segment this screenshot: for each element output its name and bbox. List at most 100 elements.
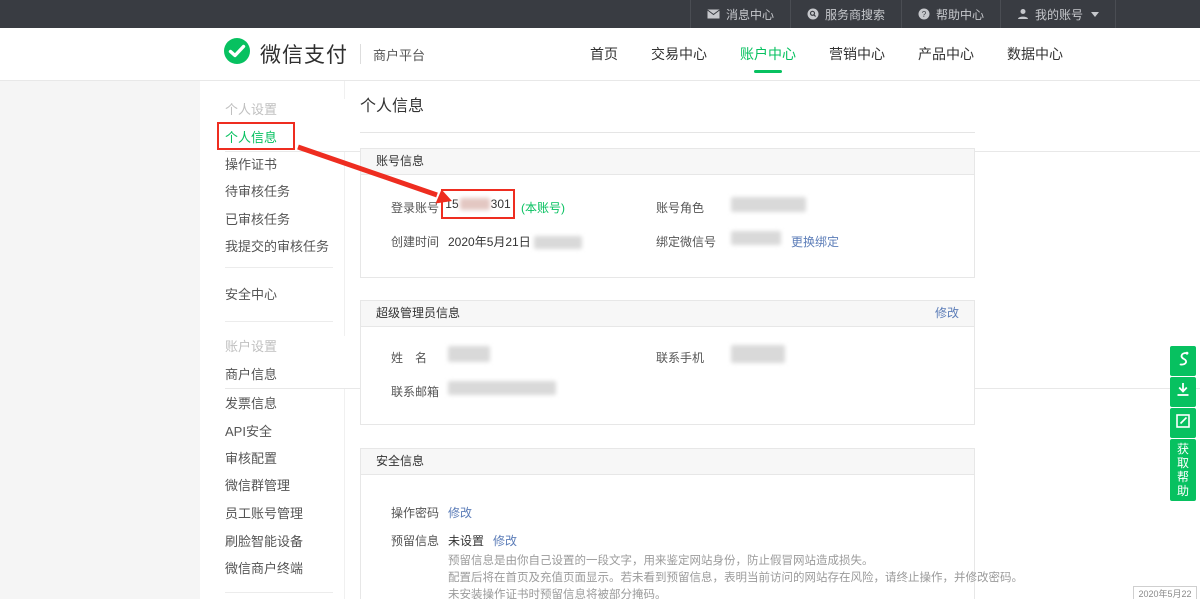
section-account-info: 账号信息 登录账号 15 301 (本账号) 账号角色 创建时间 2020年5月2…: [360, 148, 975, 278]
section-super-admin-text: 超级管理员信息: [376, 306, 460, 320]
login-account-prefix: 15: [445, 197, 458, 211]
reserved-info-edit-link[interactable]: 修改: [493, 532, 517, 549]
change-binding-link[interactable]: 更换绑定: [791, 233, 839, 250]
hotline-button[interactable]: [1170, 346, 1196, 376]
sidebar-item-wechat-group-mgmt[interactable]: 微信群管理: [225, 475, 290, 494]
nav-account-center[interactable]: 账户中心: [740, 28, 796, 80]
topbar-help-center[interactable]: ? 帮助中心: [901, 0, 1000, 28]
reserved-info-status: 未设置: [448, 532, 484, 549]
bound-wechat-redacted: [731, 231, 781, 245]
sidebar-item-invoice-info[interactable]: 发票信息: [225, 393, 277, 412]
sidebar-divider: [225, 267, 333, 268]
brand-separator: [360, 44, 361, 64]
login-account-value: 15 301: [441, 189, 515, 219]
topbar-help-label: 帮助中心: [936, 6, 984, 23]
created-time-text: 2020年5月21日: [448, 235, 531, 249]
download-icon: [1176, 382, 1190, 402]
download-button[interactable]: [1170, 377, 1196, 407]
help-icon: ?: [918, 8, 930, 20]
portal-title: 商户平台: [373, 45, 425, 64]
brand-title: 微信支付: [260, 39, 348, 69]
left-gutter: [0, 81, 200, 599]
account-role-label: 账号角色: [656, 199, 704, 216]
brand-group[interactable]: 微信支付 商户平台: [222, 28, 425, 80]
search-icon: [807, 8, 819, 20]
sidebar-divider: [225, 592, 333, 593]
hotline-icon: [1176, 351, 1190, 372]
title-divider: [360, 132, 975, 133]
nav-home[interactable]: 首页: [590, 28, 618, 80]
reserved-info-label: 预留信息: [391, 532, 439, 549]
section-super-admin-title: 超级管理员信息 修改: [361, 301, 974, 327]
sidebar-item-merchant-terminal[interactable]: 微信商户终端: [225, 558, 303, 577]
admin-email-redacted: [448, 381, 556, 395]
section-security-info: 安全信息 操作密码 修改 预留信息 未设置 修改 预留信息是由你自己设置的一段文…: [360, 448, 975, 599]
user-icon: [1017, 8, 1029, 20]
edit-icon: [1176, 414, 1190, 433]
account-role-redacted: [731, 197, 806, 212]
sidebar-item-face-device[interactable]: 刷脸智能设备: [225, 531, 303, 550]
bound-wechat-label: 绑定微信号: [656, 233, 716, 250]
get-help-button[interactable]: 获 取 帮 助: [1170, 439, 1196, 501]
section-super-admin: 超级管理员信息 修改 姓 名 联系手机 联系邮箱: [360, 300, 975, 425]
created-time-redacted: [534, 236, 582, 249]
login-account-note: (本账号): [521, 199, 565, 216]
topbar-my-account[interactable]: 我的账号: [1000, 0, 1115, 28]
wechat-pay-logo-icon: [222, 37, 252, 72]
date-badge: 2020年5月22日: [1133, 586, 1197, 599]
nav-marketing-center[interactable]: 营销中心: [829, 28, 885, 80]
admin-edit-link[interactable]: 修改: [935, 301, 959, 326]
sidebar-item-security-center[interactable]: 安全中心: [225, 284, 277, 303]
sidebar-divider: [225, 321, 333, 322]
sidebar-item-api-security[interactable]: API安全: [225, 421, 272, 440]
header: 微信支付 商户平台 首页 交易中心 账户中心 营销中心 产品中心 数据中心: [0, 28, 1200, 81]
login-account-label: 登录账号: [391, 199, 439, 216]
sidebar: 个人设置 个人信息 操作证书 待审核任务 已审核任务 我提交的审核任务 安全中心…: [200, 81, 345, 599]
sidebar-item-merchant-info[interactable]: 商户信息: [225, 364, 277, 383]
created-time-label: 创建时间: [391, 233, 439, 250]
topbar: 消息中心 服务商搜索 ? 帮助中心 我的账号: [0, 0, 1200, 28]
nav-product-center[interactable]: 产品中心: [918, 28, 974, 80]
feedback-button[interactable]: [1170, 408, 1196, 438]
floating-toolbar: 获 取 帮 助: [1170, 346, 1196, 501]
chevron-down-icon: [1091, 12, 1099, 17]
nav-trade-center[interactable]: 交易中心: [651, 28, 707, 80]
topbar-search-label: 服务商搜索: [825, 6, 885, 23]
login-account-redacted: [460, 198, 490, 210]
sidebar-item-my-submitted-review[interactable]: 我提交的审核任务: [225, 236, 329, 255]
mail-icon: [707, 9, 720, 19]
topbar-provider-search[interactable]: 服务商搜索: [790, 0, 901, 28]
sidebar-item-reviewed[interactable]: 已审核任务: [225, 209, 290, 228]
topbar-account-label: 我的账号: [1035, 6, 1083, 23]
admin-name-redacted: [448, 346, 490, 362]
admin-phone-label: 联系手机: [656, 349, 704, 366]
get-help-char: 助: [1177, 484, 1189, 498]
operation-password-label: 操作密码: [391, 504, 439, 521]
admin-email-label: 联系邮箱: [391, 383, 439, 400]
get-help-char: 取: [1177, 456, 1189, 470]
sidebar-item-pending-review[interactable]: 待审核任务: [225, 181, 290, 200]
operation-password-edit-link[interactable]: 修改: [448, 504, 472, 521]
get-help-char: 帮: [1177, 470, 1189, 484]
reserved-info-desc-line3: 未安装操作证书时预留信息将被部分掩码。: [448, 587, 667, 599]
page-title: 个人信息: [360, 92, 424, 116]
sidebar-item-review-config[interactable]: 审核配置: [225, 448, 277, 467]
get-help-char: 获: [1177, 442, 1189, 456]
admin-phone-redacted: [731, 345, 785, 363]
sidebar-item-operation-cert[interactable]: 操作证书: [225, 154, 277, 173]
section-account-info-title: 账号信息: [361, 149, 974, 175]
reserved-info-desc-line1: 预留信息是由你自己设置的一段文字，用来鉴定网站身份，防止假冒网站造成损失。: [448, 553, 874, 570]
topbar-menu: 消息中心 服务商搜索 ? 帮助中心 我的账号: [690, 0, 1116, 28]
login-account-suffix: 301: [491, 197, 511, 211]
reserved-info-desc-line2: 配置后将在首页及充值页面显示。若未看到预留信息，表明当前访问的网站存在风险，请终…: [448, 570, 1023, 587]
topbar-message-label: 消息中心: [726, 6, 774, 23]
sidebar-item-staff-account-mgmt[interactable]: 员工账号管理: [225, 503, 303, 522]
sidebar-item-personal-info[interactable]: 个人信息: [225, 127, 277, 146]
admin-name-label: 姓 名: [391, 349, 427, 366]
nav-data-center[interactable]: 数据中心: [1007, 28, 1063, 80]
created-time-value: 2020年5月21日: [448, 233, 582, 250]
main-content: 个人信息 账号信息 登录账号 15 301 (本账号) 账号角色 创建时间 202…: [360, 80, 975, 599]
topbar-message-center[interactable]: 消息中心: [690, 0, 790, 28]
main-nav: 首页 交易中心 账户中心 营销中心 产品中心 数据中心: [590, 28, 1096, 80]
wechat-pay-merchant-page: 消息中心 服务商搜索 ? 帮助中心 我的账号: [0, 0, 1200, 599]
